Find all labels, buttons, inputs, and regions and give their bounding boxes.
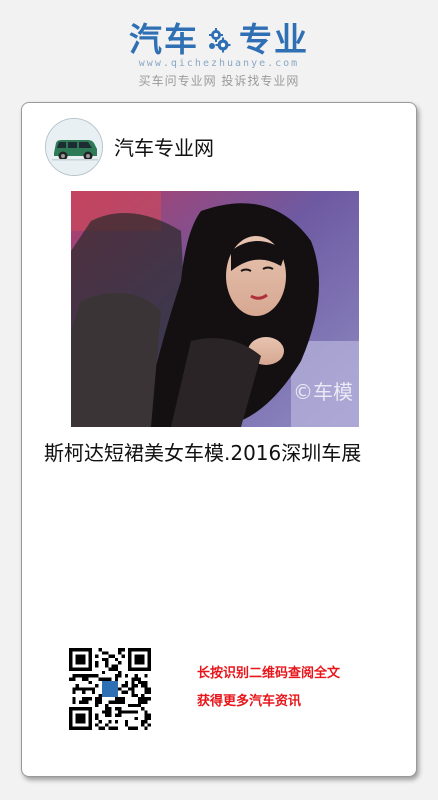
cta-scan-text: 长按识别二维码查阅全文 xyxy=(197,666,341,681)
avatar xyxy=(45,118,103,176)
logo-text-right: 专业 xyxy=(239,20,309,59)
cta-more-text: 获得更多汽车资讯 xyxy=(197,694,302,709)
logo-url: www.qichezhuanye.com xyxy=(138,58,300,69)
slogan: 买车问专业网 投诉找专业网 xyxy=(138,74,300,88)
logo-text-left: 汽车 xyxy=(129,20,199,59)
article-title[interactable]: 斯柯达短裙美女车模.2016深圳车展 xyxy=(44,437,384,469)
gear-icon xyxy=(209,28,231,53)
photo-watermark: ©车模 xyxy=(293,380,353,404)
article-card[interactable]: 汽车专业网 ©车模 斯柯达短裙美女车模.2016深圳车展 长按识别二维码查阅全文… xyxy=(21,102,417,777)
article-photo[interactable]: ©车模 xyxy=(71,191,359,427)
site-name: 汽车专业网 xyxy=(114,136,214,160)
site-logo: 汽车 专业 xyxy=(0,18,438,62)
share-poster: 汽车 专业 www.qichezhuanye.com 买车问专业网 投诉找专业网 xyxy=(0,0,438,800)
car-avatar-icon xyxy=(46,119,102,175)
qr-code[interactable] xyxy=(69,648,151,730)
